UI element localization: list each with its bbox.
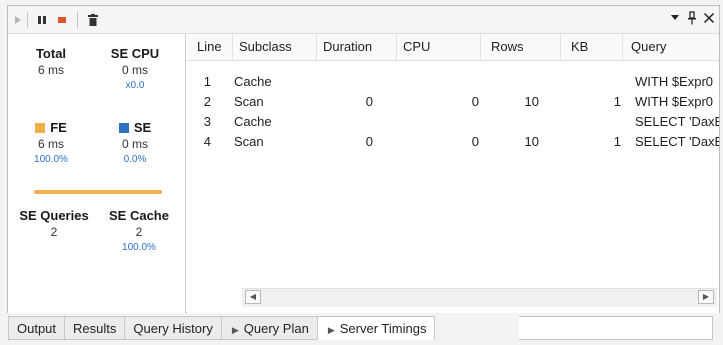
se-cache-value: 2: [135, 225, 143, 239]
cell-line: 3: [203, 114, 211, 129]
cell-rows: 10: [524, 94, 539, 109]
cell-query: SELECT 'DaxE: [635, 134, 719, 149]
column-header-query[interactable]: Query: [623, 34, 719, 60]
column-header-kb[interactable]: KB: [561, 34, 623, 60]
cell-kb: [561, 72, 621, 92]
se-value: 0 ms: [121, 137, 148, 151]
grid-header: Line Subclass Duration CPU Rows KB Query: [187, 34, 719, 61]
metric-se-queries: SE Queries 2: [8, 208, 100, 239]
cell-subclass: Cache: [234, 114, 272, 129]
fe-color-swatch: [35, 123, 46, 133]
cell-rows: 10: [524, 134, 539, 149]
column-header-duration[interactable]: Duration: [317, 34, 397, 60]
cell-line: 1: [203, 74, 211, 89]
cell-cpu: 0: [471, 134, 479, 149]
tab-label: Query History: [133, 321, 213, 336]
tab-query-plan[interactable]: ▶ Query Plan: [221, 316, 318, 340]
total-label: Total: [35, 46, 67, 61]
cell-kb: 1: [613, 134, 621, 149]
se-color-swatch: [118, 123, 129, 133]
cell-query: SELECT 'DaxE: [635, 114, 719, 129]
tab-server-timings[interactable]: ▶ Server Timings: [317, 316, 436, 340]
timing-summary: Total 6 ms SE CPU 0 ms x0.0 FE 6 ms 100.…: [8, 34, 186, 313]
se-cpu-ratio: x0.0: [125, 80, 145, 91]
cell-query: WITH $Expr0: [635, 74, 714, 89]
timings-grid: Line Subclass Duration CPU Rows KB Query…: [187, 34, 719, 313]
total-value: 6 ms: [37, 63, 64, 77]
close-icon[interactable]: [703, 11, 715, 27]
cell-subclass: Scan: [234, 134, 264, 149]
column-header-rows[interactable]: Rows: [481, 34, 561, 60]
scroll-right-icon[interactable]: ▶: [698, 290, 714, 304]
tab-label: Server Timings: [339, 321, 427, 336]
se-cache-label: SE Cache: [109, 208, 169, 223]
tab-label: Results: [73, 321, 117, 336]
horizontal-scrollbar[interactable]: ◀ ▶: [242, 288, 717, 307]
cell-subclass: Scan: [234, 94, 264, 109]
play-small-icon: ▶: [231, 325, 239, 335]
pin-icon[interactable]: [687, 11, 697, 28]
tab-bar-filler: [519, 316, 713, 340]
se-queries-label: SE Queries: [19, 208, 89, 223]
se-label: SE: [133, 120, 152, 135]
fe-value: 6 ms: [37, 137, 64, 151]
trash-icon[interactable]: [84, 10, 102, 30]
toolbar-separator: [27, 11, 28, 29]
cell-cpu: [397, 112, 479, 132]
server-timings-panel: Total 6 ms SE CPU 0 ms x0.0 FE 6 ms 100.…: [7, 5, 720, 313]
cell-kb: 1: [613, 94, 621, 109]
tab-query-history[interactable]: Query History: [125, 316, 222, 340]
metric-se-cache: SE Cache 2 100.0%: [100, 208, 178, 253]
cell-subclass: Cache: [234, 74, 272, 89]
table-row[interactable]: 4 Scan 0 0 10 1 SELECT 'DaxE: [187, 132, 719, 152]
cell-rows: [481, 112, 539, 132]
cell-kb: [561, 112, 621, 132]
cell-line: 2: [203, 94, 211, 109]
cell-line: 4: [203, 134, 211, 149]
stop-icon[interactable]: [53, 10, 71, 30]
scroll-left-icon[interactable]: ◀: [245, 290, 261, 304]
cell-query: WITH $Expr0: [635, 94, 714, 109]
play-small-icon: ▶: [327, 325, 335, 335]
cell-cpu: 0: [471, 94, 479, 109]
cell-duration: 0: [365, 134, 373, 149]
pause-icon[interactable]: [33, 10, 51, 30]
fe-label: FE: [50, 120, 67, 135]
tab-label: Query Plan: [243, 321, 309, 336]
toolbar-separator: [77, 11, 78, 29]
fe-se-ratio-bar: [34, 190, 162, 194]
play-icon[interactable]: [11, 10, 25, 30]
tab-label: Output: [17, 321, 57, 336]
tab-results[interactable]: Results: [65, 316, 126, 340]
table-row[interactable]: 2 Scan 0 0 10 1 WITH $Expr0: [187, 92, 719, 112]
cell-duration: 0: [365, 94, 373, 109]
toolbar: [8, 6, 719, 34]
cell-duration: [317, 112, 373, 132]
fe-percent: 100.0%: [34, 154, 68, 165]
se-cache-percent: 100.0%: [122, 242, 156, 253]
metric-se-cpu: SE CPU 0 ms x0.0: [96, 46, 174, 91]
se-percent: 0.0%: [123, 154, 147, 165]
table-row[interactable]: 3 Cache SELECT 'DaxE: [187, 112, 719, 132]
chevron-down-icon[interactable]: [670, 10, 680, 27]
cell-rows: [481, 72, 539, 92]
cell-duration: [317, 72, 373, 92]
column-header-line[interactable]: Line: [187, 34, 233, 60]
bottom-tab-bar: Output Results Query History ▶ Query Plan…: [8, 316, 436, 340]
column-header-subclass[interactable]: Subclass: [233, 34, 317, 60]
se-cpu-value: 0 ms: [121, 63, 148, 77]
column-header-cpu[interactable]: CPU: [397, 34, 481, 60]
cell-cpu: [397, 72, 479, 92]
metric-fe: FE 6 ms 100.0%: [12, 120, 90, 165]
tab-output[interactable]: Output: [8, 316, 66, 340]
metric-total: Total 6 ms: [12, 46, 90, 77]
se-cpu-label: SE CPU: [110, 46, 160, 61]
se-queries-value: 2: [50, 225, 58, 239]
table-row[interactable]: 1 Cache WITH $Expr0: [187, 72, 719, 92]
metric-se: SE 0 ms 0.0%: [96, 120, 174, 165]
